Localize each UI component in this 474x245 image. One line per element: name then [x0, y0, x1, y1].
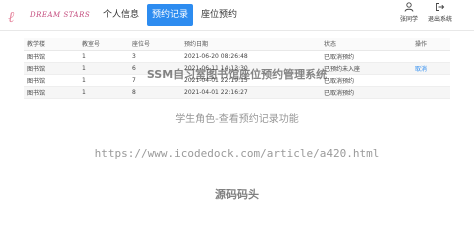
cell-seat: 8 [129, 86, 181, 99]
user-icon [404, 2, 414, 12]
logout-label: 退出系统 [427, 16, 452, 23]
col-seat: 座位号 [129, 38, 181, 51]
watermark-subtitle: 学生角色-查看预约记录功能 [175, 114, 299, 125]
cell-seat: 3 [129, 50, 181, 63]
cell-building: 图书馆 [24, 50, 79, 63]
col-date: 预约日期 [181, 38, 321, 51]
logout-button[interactable]: 退出系统 [420, 2, 460, 23]
main-nav: 个人信息 预约记录 座位预约 [98, 4, 245, 26]
top-navbar: ℓ DREAM STARS 个人信息 预约记录 座位预约 张同学 退出系统 [0, 0, 474, 30]
nav-seat-reservation[interactable]: 座位预约 [196, 4, 242, 26]
logo-text: DREAM STARS [30, 11, 91, 19]
brand-logo[interactable]: ℓ DREAM STARS [8, 2, 91, 28]
header-divider [0, 30, 474, 31]
cell-action [412, 50, 450, 63]
cell-room: 1 [79, 50, 129, 63]
cell-date: 2021-06-20 08:26:48 [181, 50, 321, 63]
watermark-url: https://www.icodedock.com/article/a420.h… [94, 147, 380, 160]
nav-reservation-records[interactable]: 预约记录 [147, 4, 194, 26]
table-row: 图书馆 1 3 2021-06-20 08:26:48 已取消预约 [24, 50, 450, 63]
nav-personal-info[interactable]: 个人信息 [98, 4, 144, 26]
watermark-brand: 源码码头 [215, 188, 259, 201]
watermark-title: SSM自习室图书馆座位预约管理系统 [146, 68, 328, 81]
cell-action [412, 86, 450, 99]
cell-status: 已取消预约 [321, 50, 412, 63]
col-room: 教室号 [79, 38, 129, 51]
col-status: 状态 [321, 38, 412, 51]
table-row: 图书馆 1 8 2021-04-01 22:16:27 已取消预约 [24, 86, 450, 99]
table-header-row: 教学楼 教室号 座位号 预约日期 状态 操作 [24, 38, 450, 51]
logout-icon [436, 3, 445, 11]
col-building: 教学楼 [24, 38, 79, 51]
logo-swirl-icon: ℓ [8, 8, 15, 26]
col-action: 操作 [412, 38, 450, 51]
cell-date: 2021-04-01 22:16:27 [181, 86, 321, 99]
cell-building: 图书馆 [24, 86, 79, 99]
cell-status: 已取消预约 [321, 86, 412, 99]
cell-room: 1 [79, 86, 129, 99]
